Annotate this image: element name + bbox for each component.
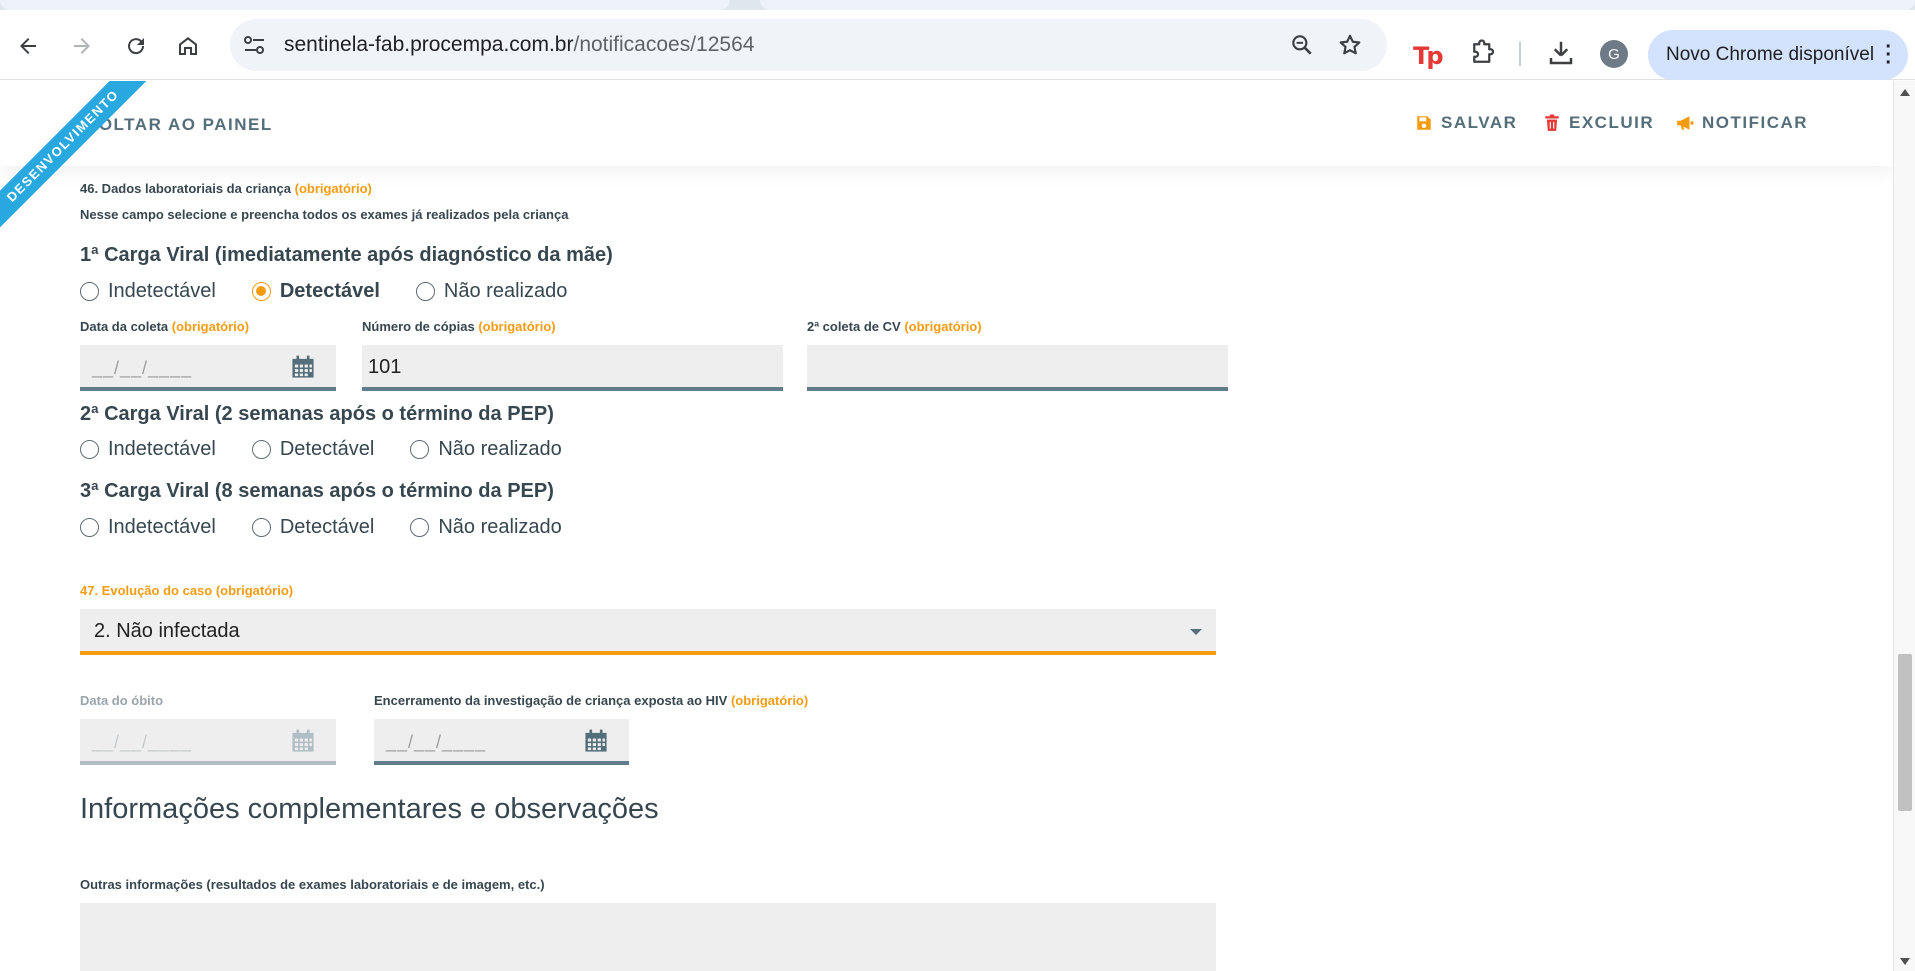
cv2-option-nao-realizado[interactable]: Não realizado	[410, 438, 562, 461]
cv1-date-input[interactable]: __/__/____	[80, 345, 336, 391]
chevron-down-icon	[1190, 629, 1202, 635]
app-header: VOLTAR AO PAINEL SALVAR EXCLUIR NOTIFICA…	[0, 81, 1893, 166]
cv3-title: 3ª Carga Viral (8 semanas após o término…	[80, 480, 554, 502]
megaphone-icon	[1677, 116, 1694, 130]
bookmark-star-icon[interactable]	[1337, 32, 1363, 58]
browser-tab[interactable]	[760, 0, 1915, 10]
tab-strip	[0, 0, 1915, 10]
back-icon[interactable]	[10, 28, 46, 64]
cv3-option-detectavel[interactable]: Detectável	[251, 516, 374, 539]
q47-label: 47. Evolução do caso (obrigatório)	[80, 583, 294, 598]
scrollbar-thumb[interactable]	[1898, 654, 1912, 811]
download-icon[interactable]	[1546, 38, 1576, 68]
page-scrollbar[interactable]	[1893, 81, 1915, 971]
cv1-second-collection-input[interactable]	[807, 345, 1228, 391]
cv3-option-nao-realizado[interactable]: Não realizado	[410, 516, 562, 539]
site-info-icon[interactable]	[242, 33, 268, 57]
death-date-label: Data do óbito	[80, 693, 164, 708]
chrome-update-button[interactable]: Novo Chrome disponível · · ·	[1648, 30, 1908, 80]
cv3-radio-group: Indetectável Detectável Não realizado	[80, 516, 598, 539]
cv2-radio-group: Indetectável Detectável Não realizado	[80, 438, 598, 461]
url-text[interactable]: sentinela-fab.procempa.com.br/notificaco…	[284, 33, 754, 57]
notify-button[interactable]: NOTIFICAR	[1676, 113, 1808, 133]
calendar-icon	[292, 729, 314, 752]
cv1-radio-group: Indetectável Detectável Não realizado	[80, 280, 603, 303]
cv2-title: 2ª Carga Viral (2 semanas após o término…	[80, 403, 554, 425]
browser-toolbar: sentinela-fab.procempa.com.br/notificaco…	[0, 10, 1915, 80]
closure-label: Encerramento da investigação de criança …	[374, 693, 809, 708]
back-to-panel-link[interactable]: VOLTAR AO PAINEL	[86, 115, 273, 135]
cv3-option-indetectavel[interactable]: Indetectável	[80, 516, 216, 539]
calendar-icon[interactable]	[290, 354, 316, 380]
extensions-puzzle-icon[interactable]	[1468, 38, 1498, 68]
browser-tab[interactable]	[0, 0, 730, 10]
cv1-date-label: Data da coleta (obrigatório)	[80, 319, 250, 334]
scroll-up-icon[interactable]	[1900, 89, 1910, 96]
floppy-icon	[1417, 116, 1431, 130]
save-button[interactable]: SALVAR	[1415, 113, 1517, 133]
other-info-label: Outras informações (resultados de exames…	[80, 877, 545, 892]
page: DESENVOLVIMENTO VOLTAR AO PAINEL SALVAR …	[0, 81, 1893, 971]
cv1-copies-label: Número de cópias (obrigatório)	[362, 319, 556, 334]
cv2-option-indetectavel[interactable]: Indetectável	[80, 438, 216, 461]
delete-button[interactable]: EXCLUIR	[1543, 113, 1654, 133]
profile-avatar[interactable]: G	[1600, 40, 1628, 68]
reload-icon[interactable]	[118, 28, 154, 64]
cv1-second-label: 2ª coleta de CV (obrigatório)	[807, 319, 982, 334]
toolbar-divider	[1519, 42, 1521, 66]
form-content: 46. Dados laboratoriais da criança (obri…	[80, 81, 1230, 971]
cv1-option-detectavel[interactable]: Detectável	[251, 280, 380, 303]
cv1-title: 1ª Carga Viral (imediatamente após diagn…	[80, 244, 613, 266]
zoom-icon[interactable]	[1289, 32, 1315, 58]
death-date-input: __/__/____	[80, 719, 336, 765]
address-bar[interactable]: sentinela-fab.procempa.com.br/notificaco…	[230, 19, 1387, 71]
case-evolution-select[interactable]: 2. Não infectada	[80, 609, 1216, 655]
cv1-copies-input[interactable]: 101	[362, 345, 783, 391]
cv1-option-nao-realizado[interactable]: Não realizado	[415, 280, 567, 303]
trash-icon	[1545, 114, 1559, 131]
other-info-textarea[interactable]	[80, 903, 1216, 971]
cv2-option-detectavel[interactable]: Detectável	[251, 438, 374, 461]
cv1-option-indetectavel[interactable]: Indetectável	[80, 280, 216, 303]
menu-kebab-icon[interactable]: · · ·	[1885, 37, 1892, 73]
calendar-icon[interactable]	[583, 728, 609, 754]
closure-date-input[interactable]: __/__/____	[374, 719, 629, 765]
tp-extension-icon[interactable]: Tp	[1413, 42, 1444, 70]
q46-label: 46. Dados laboratoriais da criança (obri…	[80, 181, 372, 196]
scroll-down-icon[interactable]	[1900, 958, 1910, 965]
complementary-section-title: Informações complementares e observações	[80, 793, 659, 825]
forward-icon[interactable]	[64, 28, 100, 64]
home-icon[interactable]	[170, 28, 206, 64]
update-label: Novo Chrome disponível	[1666, 44, 1875, 65]
q46-help: Nesse campo selecione e preencha todos o…	[80, 207, 569, 222]
